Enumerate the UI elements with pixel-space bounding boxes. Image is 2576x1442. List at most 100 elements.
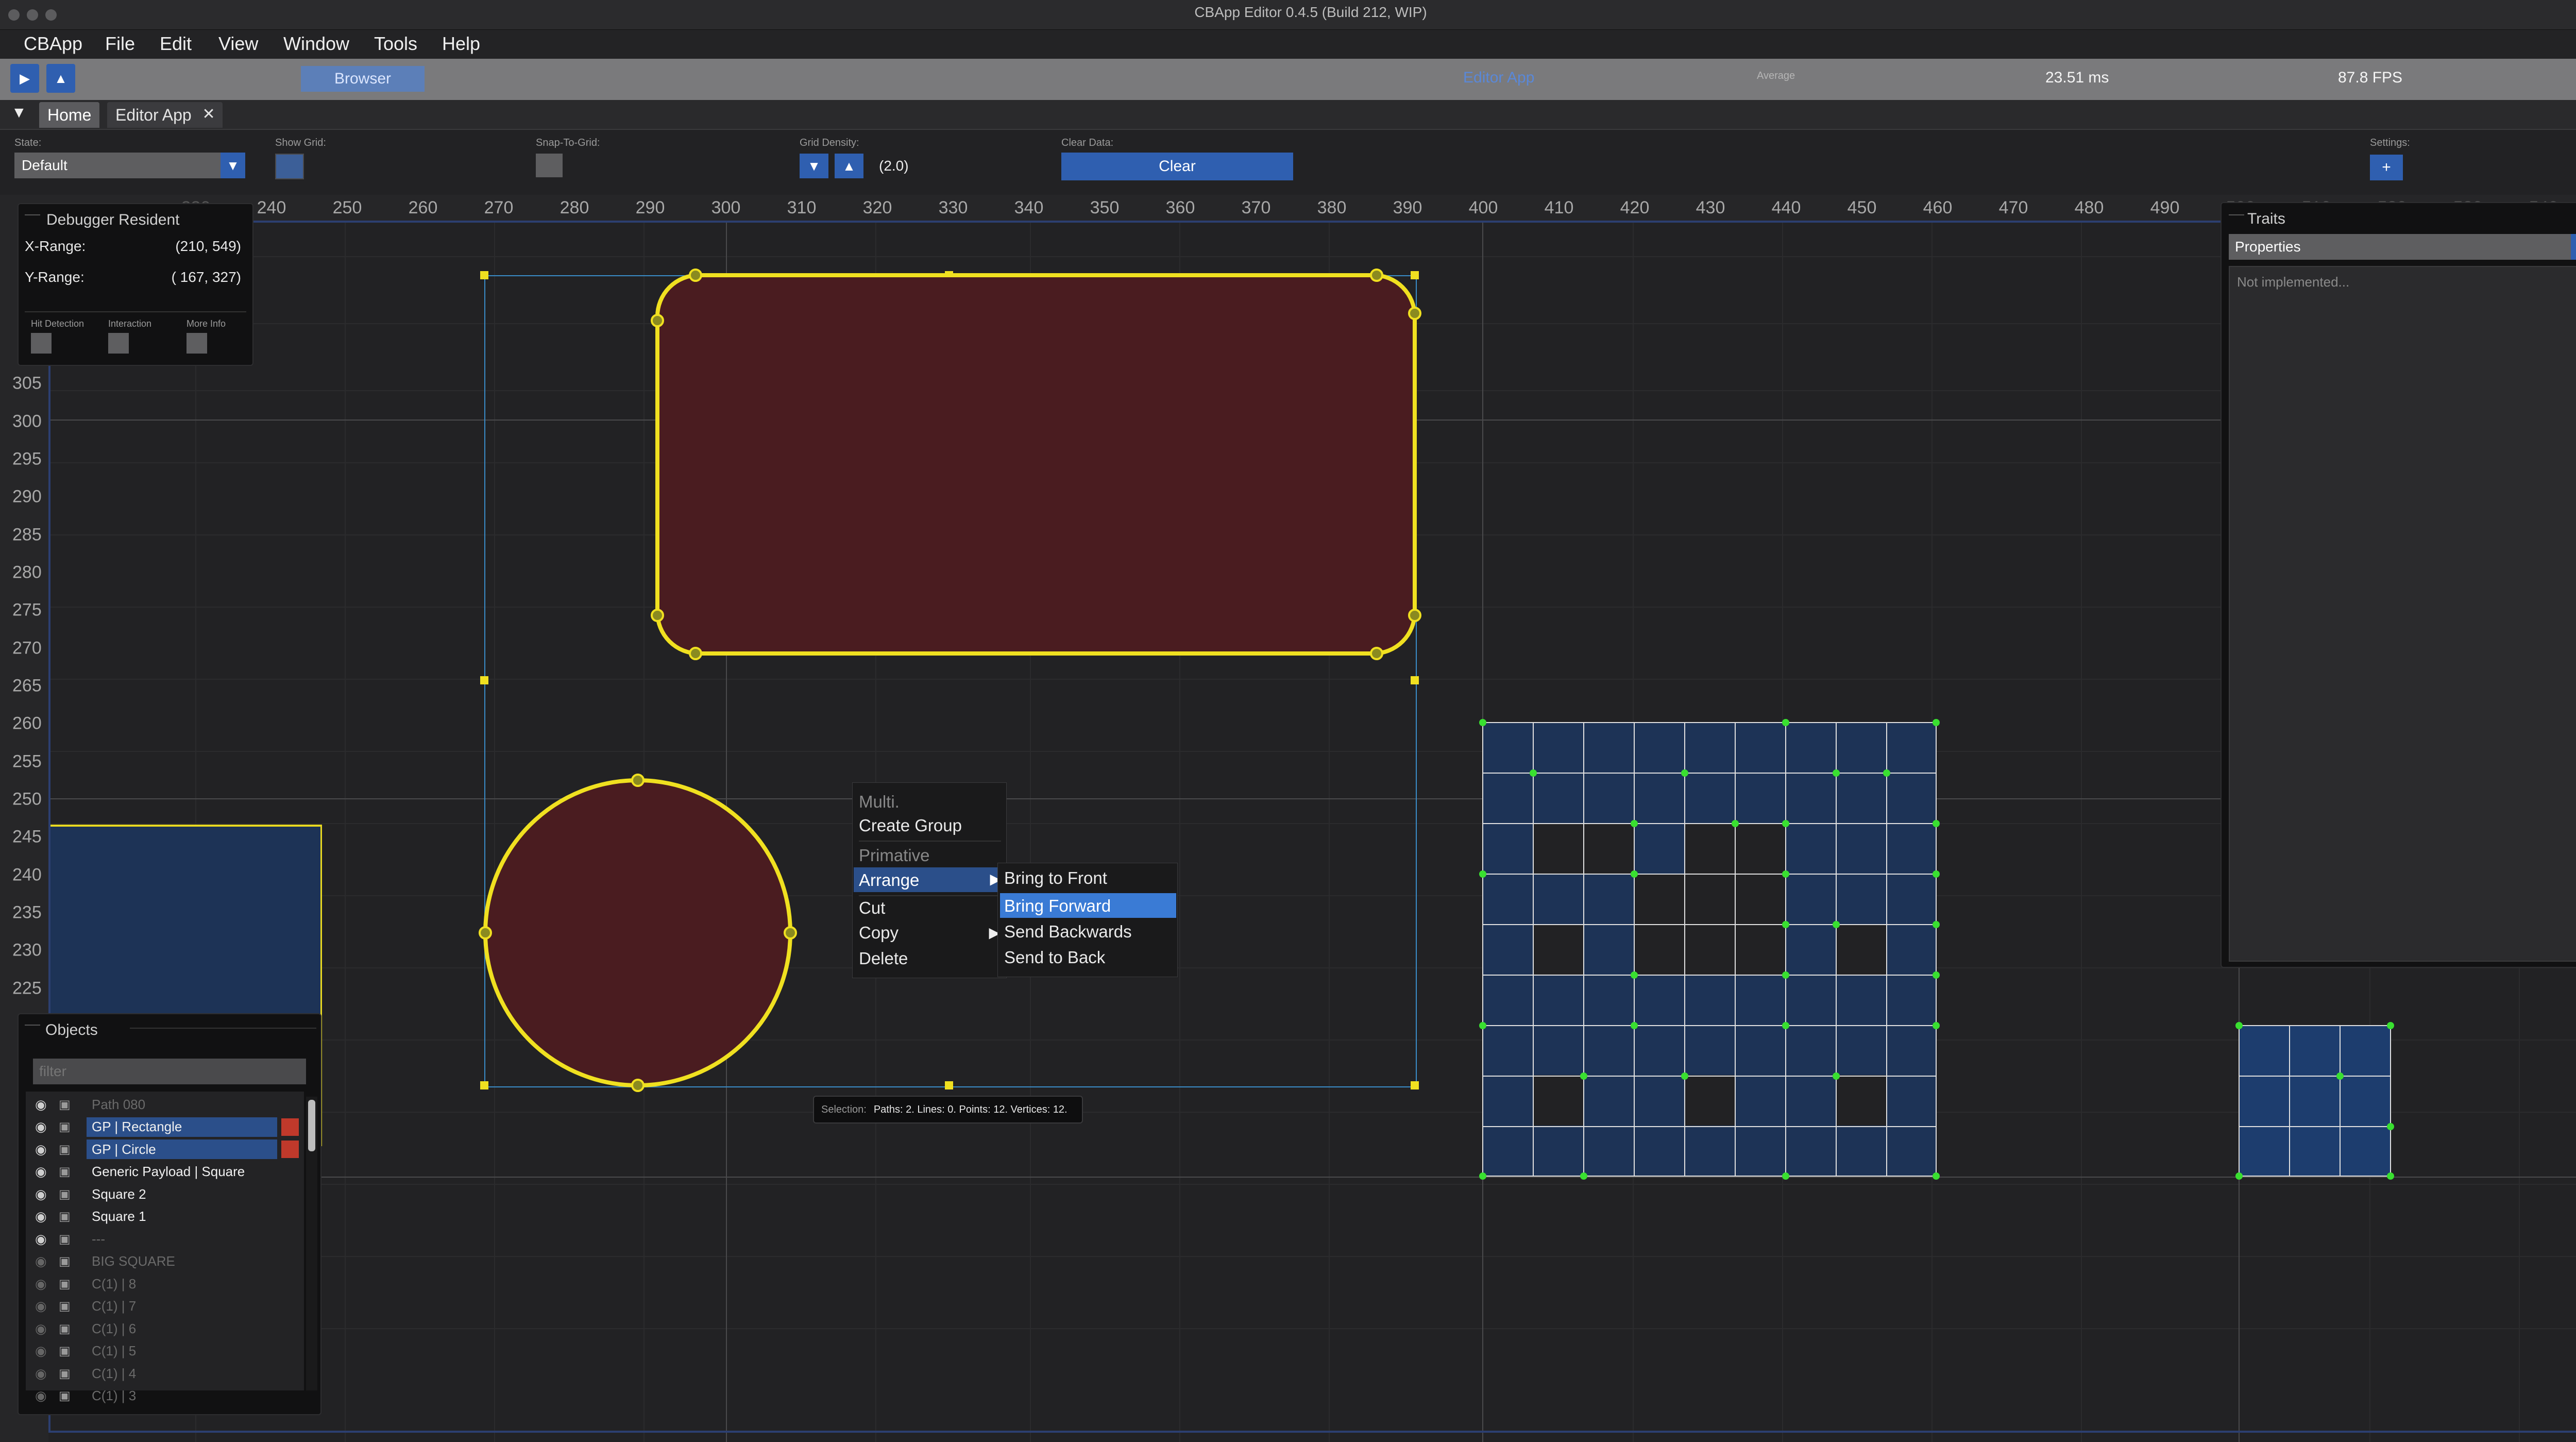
lock-icon[interactable]: ▣ bbox=[59, 1209, 71, 1224]
ruler-tick-y: 295 bbox=[12, 449, 42, 469]
eye-icon[interactable]: ◉ bbox=[35, 1142, 47, 1158]
eye-off-icon[interactable]: ◉ bbox=[35, 1388, 47, 1404]
lock-icon[interactable]: ▣ bbox=[59, 1097, 71, 1112]
eye-off-icon[interactable]: ◉ bbox=[35, 1298, 47, 1314]
menu-window[interactable]: Window bbox=[283, 33, 349, 55]
list-item[interactable]: ◉ ▣ C(1) | 3 bbox=[31, 1385, 299, 1407]
list-item[interactable]: ◉ ▣ Path 080 bbox=[31, 1094, 299, 1115]
list-item[interactable]: ◉ ▣ --- bbox=[31, 1228, 299, 1250]
lock-icon[interactable]: ▣ bbox=[59, 1321, 71, 1336]
list-item[interactable]: ◉ ▣ Square 1 bbox=[31, 1206, 299, 1228]
title-bar: CBApp Editor 0.4.5 (Build 212, WIP) bbox=[0, 0, 2576, 30]
menu-tools[interactable]: Tools bbox=[374, 33, 417, 55]
panel-grip[interactable] bbox=[2229, 214, 2244, 215]
show-grid-checkbox[interactable] bbox=[275, 154, 304, 179]
more-info-checkbox[interactable] bbox=[187, 333, 207, 354]
snap-to-grid-checkbox[interactable] bbox=[536, 154, 563, 177]
eye-off-icon[interactable]: ◉ bbox=[35, 1366, 47, 1382]
close-tab-icon[interactable]: ✕ bbox=[202, 105, 215, 123]
list-item-label: C(1) | 7 bbox=[92, 1298, 137, 1314]
lock-icon[interactable]: ▣ bbox=[59, 1277, 71, 1292]
ruler-tick-x: 480 bbox=[2074, 198, 2104, 217]
tab-menu-icon[interactable]: ▼ bbox=[11, 104, 27, 122]
menu-cbapp[interactable]: CBApp bbox=[24, 33, 82, 55]
panel-grip[interactable] bbox=[25, 1025, 40, 1026]
list-item-label: Generic Payload | Square bbox=[92, 1164, 245, 1179]
density-down-button[interactable]: ▼ bbox=[800, 154, 828, 178]
menu-arrange-item[interactable]: Arrange ▶ bbox=[854, 867, 1006, 892]
tab-editor-app[interactable]: Editor App ✕ bbox=[107, 102, 223, 128]
menu-cut[interactable]: Cut bbox=[859, 898, 885, 918]
list-item[interactable]: ◉ ▣ C(1) | 4 bbox=[31, 1363, 299, 1384]
list-item[interactable]: ◉ ▣ C(1) | 6 bbox=[31, 1318, 299, 1339]
settings-add-button[interactable]: + bbox=[2370, 155, 2403, 180]
eye-off-icon[interactable]: ◉ bbox=[35, 1343, 47, 1359]
eye-icon[interactable]: ◉ bbox=[35, 1164, 47, 1180]
menu-bring-to-front[interactable]: Bring to Front bbox=[1004, 868, 1107, 888]
density-up-button[interactable]: ▲ bbox=[835, 154, 863, 178]
menu-file[interactable]: File bbox=[105, 33, 135, 55]
arrange-submenu: Bring to Front Bring Forward Send Backwa… bbox=[997, 863, 1178, 977]
clear-button[interactable]: Clear bbox=[1061, 153, 1293, 180]
scrollbar-thumb[interactable] bbox=[308, 1100, 315, 1151]
lock-icon[interactable]: ▣ bbox=[59, 1254, 71, 1269]
lock-icon[interactable]: ▣ bbox=[59, 1388, 71, 1403]
tab-home[interactable]: Home bbox=[39, 102, 100, 128]
list-item[interactable]: ◉ ▣ C(1) | 8 bbox=[31, 1273, 299, 1295]
up-button[interactable]: ▲ bbox=[46, 64, 75, 93]
list-item[interactable]: ◉ ▣ Square 2 bbox=[31, 1183, 299, 1205]
lock-icon[interactable]: ▣ bbox=[59, 1232, 71, 1247]
lock-icon[interactable]: ▣ bbox=[59, 1299, 71, 1314]
traits-dropdown-value: Properties bbox=[2235, 239, 2301, 255]
eye-icon[interactable]: ◉ bbox=[35, 1209, 47, 1225]
interaction-checkbox[interactable] bbox=[108, 333, 129, 354]
menu-help[interactable]: Help bbox=[442, 33, 480, 55]
eye-icon[interactable]: ◉ bbox=[35, 1097, 47, 1113]
list-item[interactable]: ◉ ▣ BIG SQUARE bbox=[31, 1251, 299, 1272]
eye-icon[interactable]: ◉ bbox=[35, 1231, 47, 1247]
browser-button[interactable]: Browser bbox=[301, 66, 425, 92]
objects-filter-input[interactable] bbox=[33, 1059, 306, 1084]
eye-off-icon[interactable]: ◉ bbox=[35, 1321, 47, 1337]
ruler-tick-x: 280 bbox=[560, 198, 589, 217]
list-item[interactable]: ◉ ▣ GP | Rectangle bbox=[31, 1116, 299, 1138]
menu-edit[interactable]: Edit bbox=[160, 33, 192, 55]
list-item[interactable]: ◉ ▣ Generic Payload | Square bbox=[31, 1161, 299, 1183]
y-range-label: Y-Range: bbox=[25, 269, 84, 285]
menu-copy[interactable]: Copy bbox=[859, 923, 899, 943]
menu-send-backwards[interactable]: Send Backwards bbox=[1004, 922, 1132, 942]
ruler-tick-x: 260 bbox=[408, 198, 438, 217]
lock-icon[interactable]: ▣ bbox=[59, 1187, 71, 1202]
play-button[interactable]: ▶ bbox=[10, 64, 39, 93]
list-item[interactable]: ◉ ▣ GP | Circle bbox=[31, 1138, 299, 1160]
editor-canvas[interactable] bbox=[0, 195, 2576, 1442]
ruler-tick-x: 430 bbox=[1696, 198, 1725, 217]
lock-icon[interactable]: ▣ bbox=[59, 1119, 71, 1134]
objects-scrollbar[interactable] bbox=[306, 1097, 317, 1390]
eye-off-icon[interactable]: ◉ bbox=[35, 1276, 47, 1292]
top-ruler: 230 240 250 260 270 280 290 300 310 320 … bbox=[0, 195, 2576, 221]
menu-bring-forward-highlight[interactable]: Bring Forward bbox=[1000, 893, 1176, 918]
settings-label: Settings: bbox=[2370, 137, 2410, 148]
state-dropdown[interactable]: Default ▼ bbox=[14, 153, 245, 178]
lock-icon[interactable]: ▣ bbox=[59, 1142, 71, 1157]
menu-view[interactable]: View bbox=[218, 33, 258, 55]
menu-bring-forward: Bring Forward bbox=[1004, 896, 1111, 915]
panel-grip[interactable] bbox=[25, 214, 40, 215]
menu-send-to-back[interactable]: Send to Back bbox=[1004, 948, 1105, 967]
list-item[interactable]: ◉ ▣ C(1) | 5 bbox=[31, 1340, 299, 1362]
lock-icon[interactable]: ▣ bbox=[59, 1366, 71, 1381]
eye-off-icon[interactable]: ◉ bbox=[35, 1253, 47, 1269]
eye-icon[interactable]: ◉ bbox=[35, 1186, 47, 1202]
chevron-down-icon: ▼ bbox=[2571, 234, 2576, 260]
hit-detection-checkbox[interactable] bbox=[31, 333, 52, 354]
eye-icon[interactable]: ◉ bbox=[35, 1119, 47, 1135]
lock-icon[interactable]: ▣ bbox=[59, 1344, 71, 1359]
traits-dropdown[interactable]: Properties ▼ bbox=[2229, 234, 2576, 260]
list-item-label: C(1) | 6 bbox=[92, 1320, 137, 1336]
lock-icon[interactable]: ▣ bbox=[59, 1164, 71, 1179]
list-item[interactable]: ◉ ▣ C(1) | 7 bbox=[31, 1296, 299, 1317]
ruler-tick-x: 360 bbox=[1165, 198, 1195, 217]
menu-create-group[interactable]: Create Group bbox=[859, 816, 962, 835]
menu-delete[interactable]: Delete bbox=[859, 949, 908, 968]
